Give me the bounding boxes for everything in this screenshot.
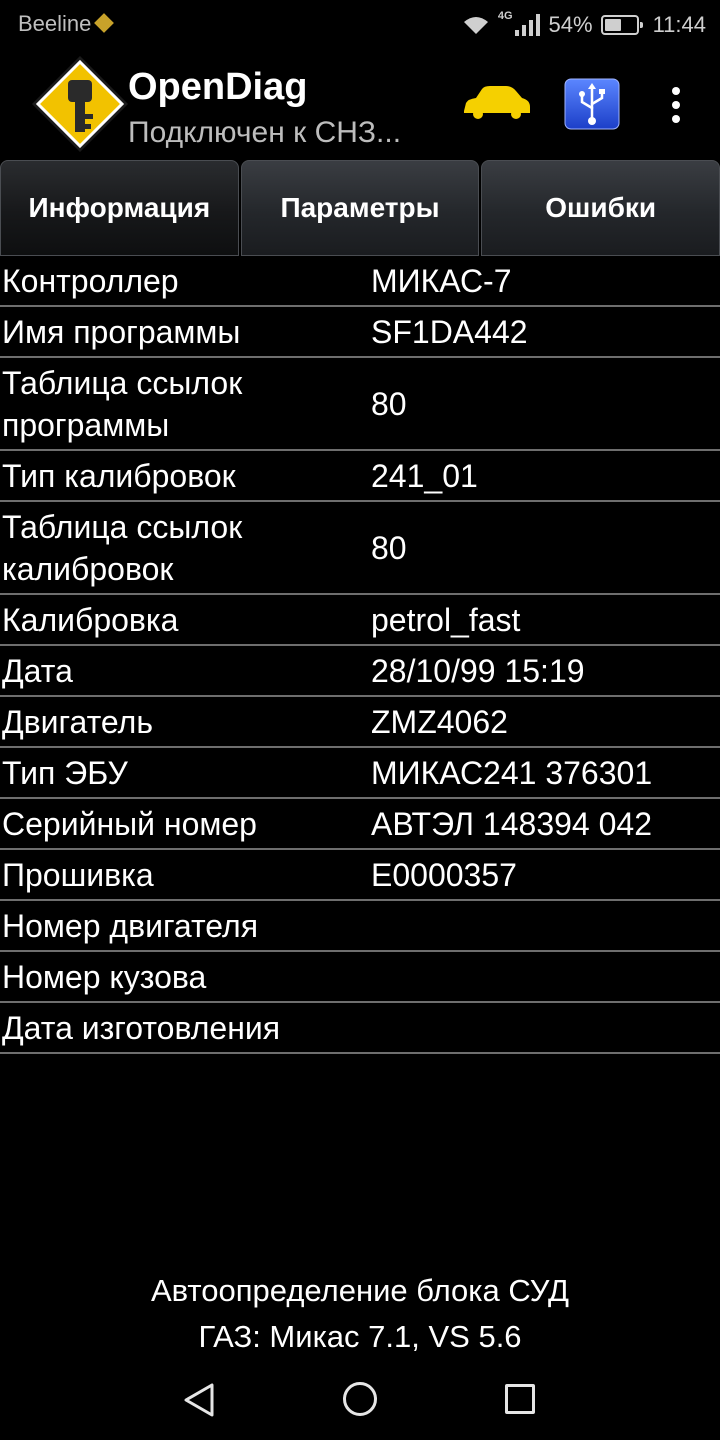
battery-level [604, 19, 621, 31]
row-value: 80 [371, 385, 407, 422]
recent-apps-icon[interactable] [505, 1384, 535, 1414]
tab-parameters[interactable]: Параметры [240, 160, 480, 256]
battery-percent: 54% [548, 12, 593, 37]
table-row: Контроллер МИКАС-7 [0, 256, 720, 307]
row-label: Номер двигателя [2, 907, 259, 944]
row-value: МИКАС-7 [371, 262, 512, 299]
table-row: Тип ЭБУ МИКАС241 376301 [0, 748, 720, 799]
table-row: Двигатель ZMZ4062 [0, 697, 720, 748]
row-label: Двигатель [2, 703, 153, 740]
row-label: Калибровка [2, 601, 179, 638]
row-value: E0000357 [371, 856, 517, 893]
row-label: Имя программы [2, 313, 241, 350]
table-row: Номер кузова [0, 952, 720, 1003]
row-value: petrol_fast [371, 601, 521, 638]
table-row: Номер двигателя [0, 901, 720, 952]
back-icon[interactable] [182, 1382, 218, 1418]
row-label: Таблица ссылок калибровок [2, 508, 243, 587]
app-title: OpenDiag [128, 66, 308, 108]
more-vert-icon[interactable] [656, 80, 696, 130]
row-value: 80 [371, 529, 407, 566]
row-label: Серийный номер [2, 805, 257, 842]
row-value: МИКАС241 376301 [371, 754, 653, 791]
connection-status: Подключен к СНЗ... [128, 116, 402, 149]
action-bar: OpenDiag Подключен к СНЗ... [0, 50, 720, 160]
table-row: Дата 28/10/99 15:19 [0, 646, 720, 697]
table-row: Дата изготовления [0, 1003, 720, 1054]
detected-ecu: ГАЗ: Микас 7.1, VS 5.6 [198, 1319, 522, 1354]
key-logo-icon [32, 56, 128, 152]
table-row: Прошивка E0000357 [0, 850, 720, 901]
network-type: 4G [497, 10, 513, 22]
row-value: 28/10/99 15:19 [371, 652, 585, 689]
battery-icon [600, 15, 643, 35]
tab-bar: Информация Параметры Ошибки [0, 160, 720, 256]
row-label: Прошивка [2, 856, 154, 893]
row-value: АВТЭЛ 148394 042 [371, 805, 652, 842]
carrier-name: Beeline [18, 11, 115, 37]
status-icons: 4G 54% 11:44 [462, 10, 706, 40]
signal-icon [514, 14, 540, 36]
table-row: Тип калибровок 241_01 [0, 451, 720, 502]
table-row: Таблица ссылок программы 80 [0, 358, 720, 451]
row-label: Номер кузова [2, 958, 207, 995]
tab-errors[interactable]: Ошибки [481, 160, 720, 256]
row-label: Тип калибровок [2, 457, 236, 494]
clock: 11:44 [652, 12, 706, 37]
usb-button[interactable] [564, 78, 620, 130]
wifi-icon [463, 17, 488, 34]
row-value: SF1DA442 [371, 313, 528, 350]
home-icon[interactable] [343, 1382, 377, 1416]
autodetect-title: Автоопределение блока СУД [150, 1273, 570, 1308]
status-bar: Beeline 4G 54% 11:44 [0, 0, 720, 50]
table-row: Серийный номер АВТЭЛ 148394 042 [0, 799, 720, 850]
row-value: ZMZ4062 [371, 703, 508, 740]
table-row: Калибровка petrol_fast [0, 595, 720, 646]
autodetect-info: Автоопределение блока СУД ГАЗ: Микас 7.1… [0, 1268, 720, 1360]
info-table: Контроллер МИКАС-7 Имя программы SF1DA44… [0, 256, 720, 1054]
row-label: Таблица ссылок программы [2, 364, 243, 443]
car-icon[interactable] [460, 83, 532, 123]
row-label: Дата изготовления [2, 1009, 281, 1046]
row-label: Контроллер [2, 262, 179, 299]
tab-information[interactable]: Информация [0, 160, 239, 256]
row-value: 241_01 [371, 457, 478, 494]
table-row: Таблица ссылок калибровок 80 [0, 502, 720, 595]
row-label: Дата [2, 652, 73, 689]
navigation-bar [0, 1366, 720, 1440]
row-label: Тип ЭБУ [2, 754, 128, 791]
table-row: Имя программы SF1DA442 [0, 307, 720, 358]
carrier-badge-icon [94, 13, 115, 33]
